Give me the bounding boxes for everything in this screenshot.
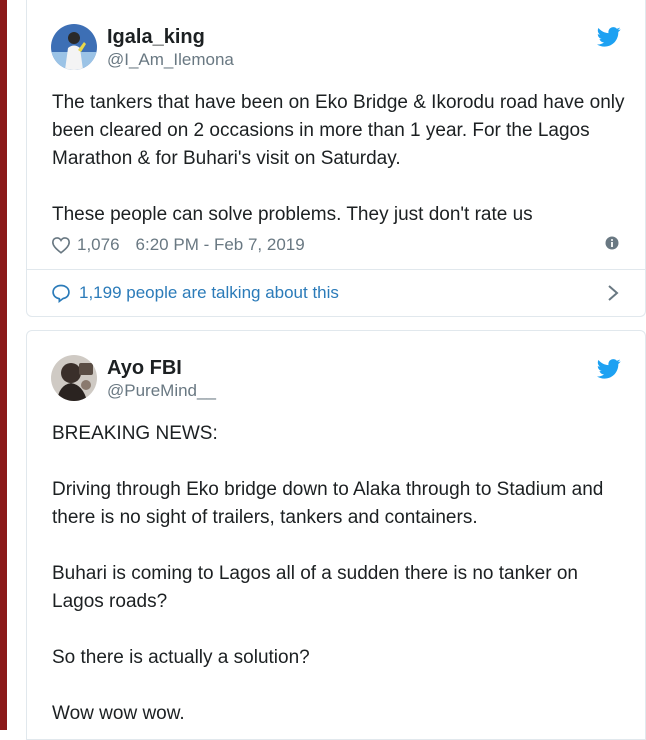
chevron-right-icon[interactable] <box>607 284 619 302</box>
conversation-link[interactable]: 1,199 people are talking about this <box>51 280 621 306</box>
tweet-card-2[interactable]: Ayo FBI @PureMind__ BREAKING NEWS: Drivi… <box>26 330 646 740</box>
heart-icon[interactable] <box>51 236 71 254</box>
avatar[interactable] <box>51 24 97 70</box>
tweet-paragraph: BREAKING NEWS: <box>52 423 218 444</box>
like-count[interactable]: 1,076 <box>77 235 120 255</box>
author-name[interactable]: Igala_king <box>107 26 205 49</box>
twitter-bird-icon[interactable] <box>597 27 621 47</box>
author-handle[interactable]: @I_Am_Ilemona <box>107 50 234 70</box>
tweet-meta: 1,076 6:20 PM - Feb 7, 2019 <box>51 233 305 257</box>
tweet-paragraph: Buhari is coming to Lagos all of a sudde… <box>52 563 578 612</box>
tweet-paragraph: Wow wow wow. <box>52 703 185 724</box>
tweet-paragraph: These people can solve problems. They ju… <box>52 204 533 225</box>
tweet-paragraph: The tankers that have been on Eko Bridge… <box>52 92 625 169</box>
timestamp-link[interactable]: 6:20 PM - Feb 7, 2019 <box>136 235 305 255</box>
speech-bubble-icon <box>52 284 70 303</box>
tweet-text: The tankers that have been on Eko Bridge… <box>52 89 632 229</box>
avatar[interactable] <box>51 355 97 401</box>
card-divider <box>27 269 645 270</box>
author-name[interactable]: Ayo FBI <box>107 357 182 380</box>
tweet-paragraph: So there is actually a solution? <box>52 647 310 668</box>
tweet-paragraph: Driving through Eko bridge down to Alaka… <box>52 479 604 528</box>
conversation-label[interactable]: 1,199 people are talking about this <box>79 283 339 303</box>
info-icon[interactable] <box>605 236 619 250</box>
tweet-card-1[interactable]: Igala_king @I_Am_Ilemona The tankers tha… <box>26 0 646 317</box>
author-handle[interactable]: @PureMind__ <box>107 381 216 401</box>
page-side-bar <box>0 0 7 730</box>
twitter-bird-icon[interactable] <box>597 359 621 379</box>
tweet-text: BREAKING NEWS: Driving through Eko bridg… <box>52 420 632 728</box>
